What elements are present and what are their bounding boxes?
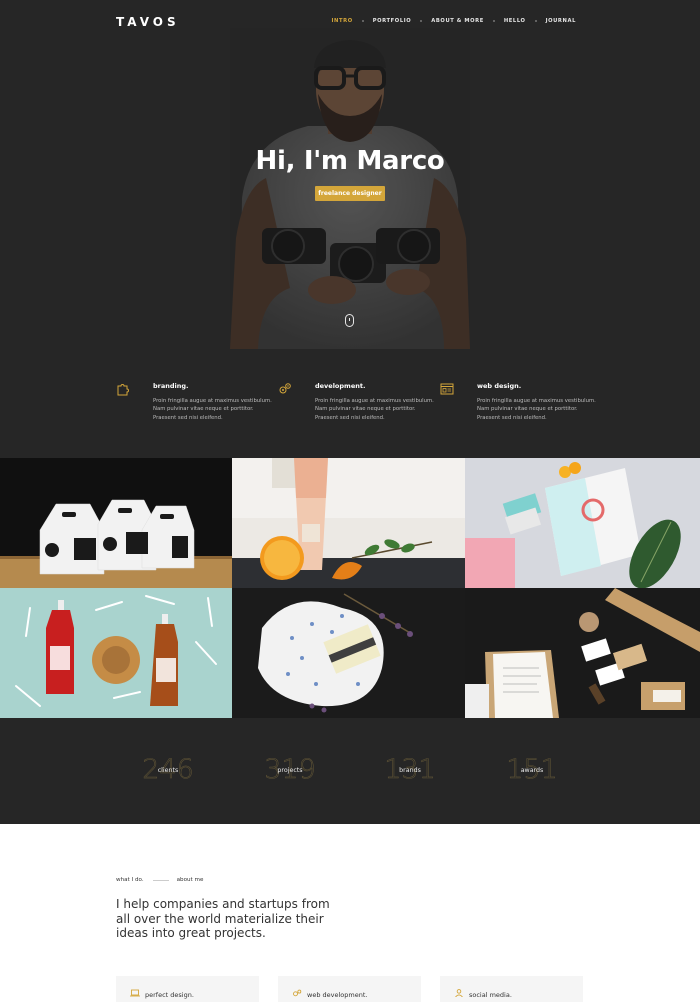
service-text: Proin fringilla augue at maximus vestibu… [153,398,272,421]
puzzle-icon [117,384,129,396]
nav-item-intro[interactable]: INTRO [332,18,353,24]
portfolio-tile-kraft[interactable] [465,588,700,718]
portfolio-tile-packaging[interactable] [0,458,232,588]
portfolio-grid [0,458,700,718]
portfolio-image [465,588,700,718]
mouse-icon[interactable] [345,314,354,327]
nav-separator [361,20,364,22]
portfolio-image [465,458,700,588]
services-section: branding. Proin fringilla augue at maxim… [0,349,700,458]
nav-item-journal[interactable]: JOURNAL [546,18,576,24]
nav-separator [420,20,423,22]
about-intro-text: I help companies and startups from all o… [116,897,330,940]
portfolio-image [232,458,465,588]
portfolio-image [0,458,232,588]
stat-label: clients [157,767,179,774]
laptop-icon [130,989,140,997]
tab-about-me[interactable]: about me [177,877,204,883]
tab-what-i-do[interactable]: what I do. [116,877,144,883]
service-title: development. [315,382,366,390]
gears-icon [279,383,291,394]
feature-web-development: web development. [278,976,421,1002]
nav-item-portfolio[interactable]: PORTFOLIO [373,18,412,24]
tab-divider [152,879,169,881]
service-title: branding. [153,382,189,390]
feature-label: social media. [469,991,512,999]
portfolio-tile-stationery[interactable] [465,458,700,588]
browser-icon [440,383,454,395]
stat-awards: 151 awards [482,754,582,794]
service-text: Proin fringilla augue at maximus vestibu… [477,398,596,421]
nav-item-hello[interactable]: HELLO [504,18,526,24]
portfolio-image [232,588,465,718]
stat-label: projects [277,767,303,774]
feature-perfect-design: perfect design. [116,976,259,1002]
nav-item-about[interactable]: ABOUT & MORE [431,18,484,24]
hero-role-badge: freelance designer [315,186,385,201]
portfolio-tile-soap[interactable] [232,588,465,718]
gears-icon [293,989,302,997]
nav-separator [534,20,537,22]
site-logo[interactable]: TAVOS [116,15,180,29]
portfolio-tile-bottle[interactable] [232,458,465,588]
hero-section: TAVOS INTRO PORTFOLIO ABOUT & MORE HELLO… [0,0,700,349]
portfolio-tile-sauces[interactable] [0,588,232,718]
nav-separator [492,20,495,22]
stat-label: awards [520,767,544,774]
stats-section: 246 clients 319 projects 131 brands 151 … [0,718,700,824]
stat-brands: 131 brands [360,754,460,794]
service-text: Proin fringilla augue at maximus vestibu… [315,398,434,421]
feature-label: web development. [307,991,368,999]
main-menu: INTRO PORTFOLIO ABOUT & MORE HELLO JOURN… [332,18,576,24]
about-section: what I do. about me I help companies and… [0,824,700,1002]
feature-social-media: social media. [440,976,583,1002]
feature-label: perfect design. [145,991,194,999]
hero-title: Hi, I'm Marco [255,146,445,176]
top-nav: TAVOS INTRO PORTFOLIO ABOUT & MORE HELLO… [0,0,700,44]
about-tabs: what I do. about me [116,877,203,883]
stat-label: brands [399,767,421,774]
stat-projects: 319 projects [240,754,340,794]
user-icon [455,989,463,997]
stat-clients: 246 clients [118,754,218,794]
portfolio-image [0,588,232,718]
service-title: web design. [477,382,522,390]
